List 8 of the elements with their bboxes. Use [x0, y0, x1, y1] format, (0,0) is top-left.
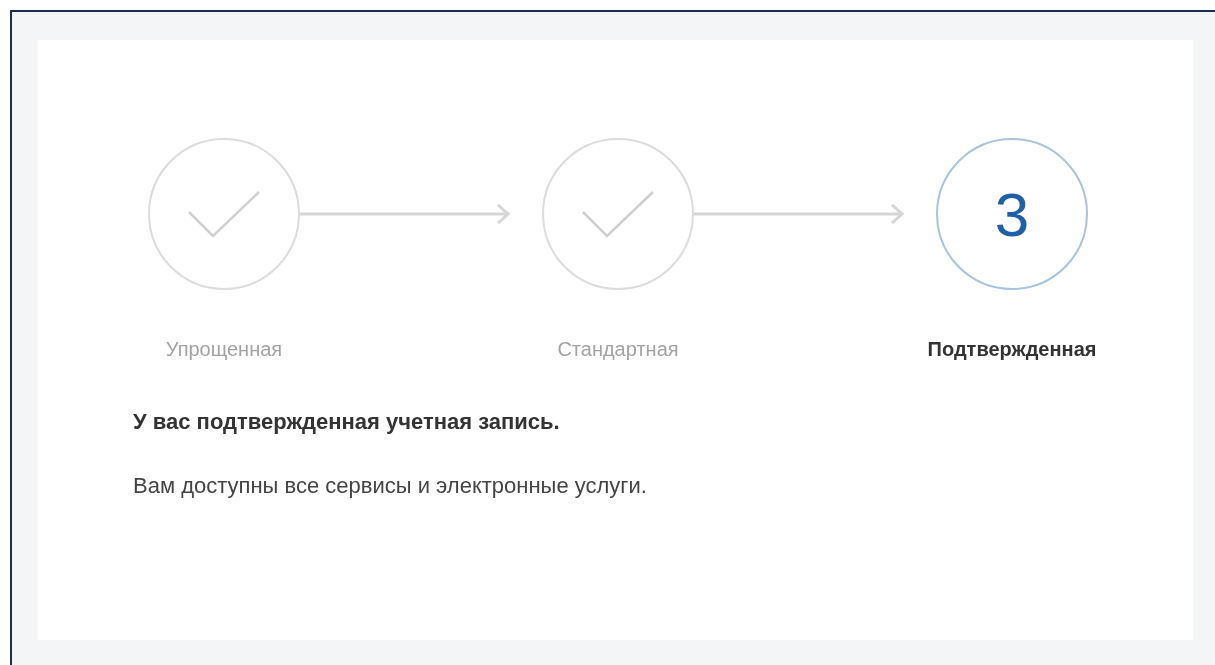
step-label: Упрощенная — [165, 338, 283, 361]
step-label: Стандартная — [557, 338, 679, 361]
step-label: Подтвержденная — [927, 338, 1097, 361]
check-icon — [581, 190, 655, 238]
status-description: Вам доступны все сервисы и электронные услуги. — [133, 473, 648, 499]
status-heading: У вас подтвержденная учетная запись. — [133, 409, 561, 435]
step-number-circle: 3 — [936, 138, 1088, 290]
check-icon — [187, 190, 261, 238]
